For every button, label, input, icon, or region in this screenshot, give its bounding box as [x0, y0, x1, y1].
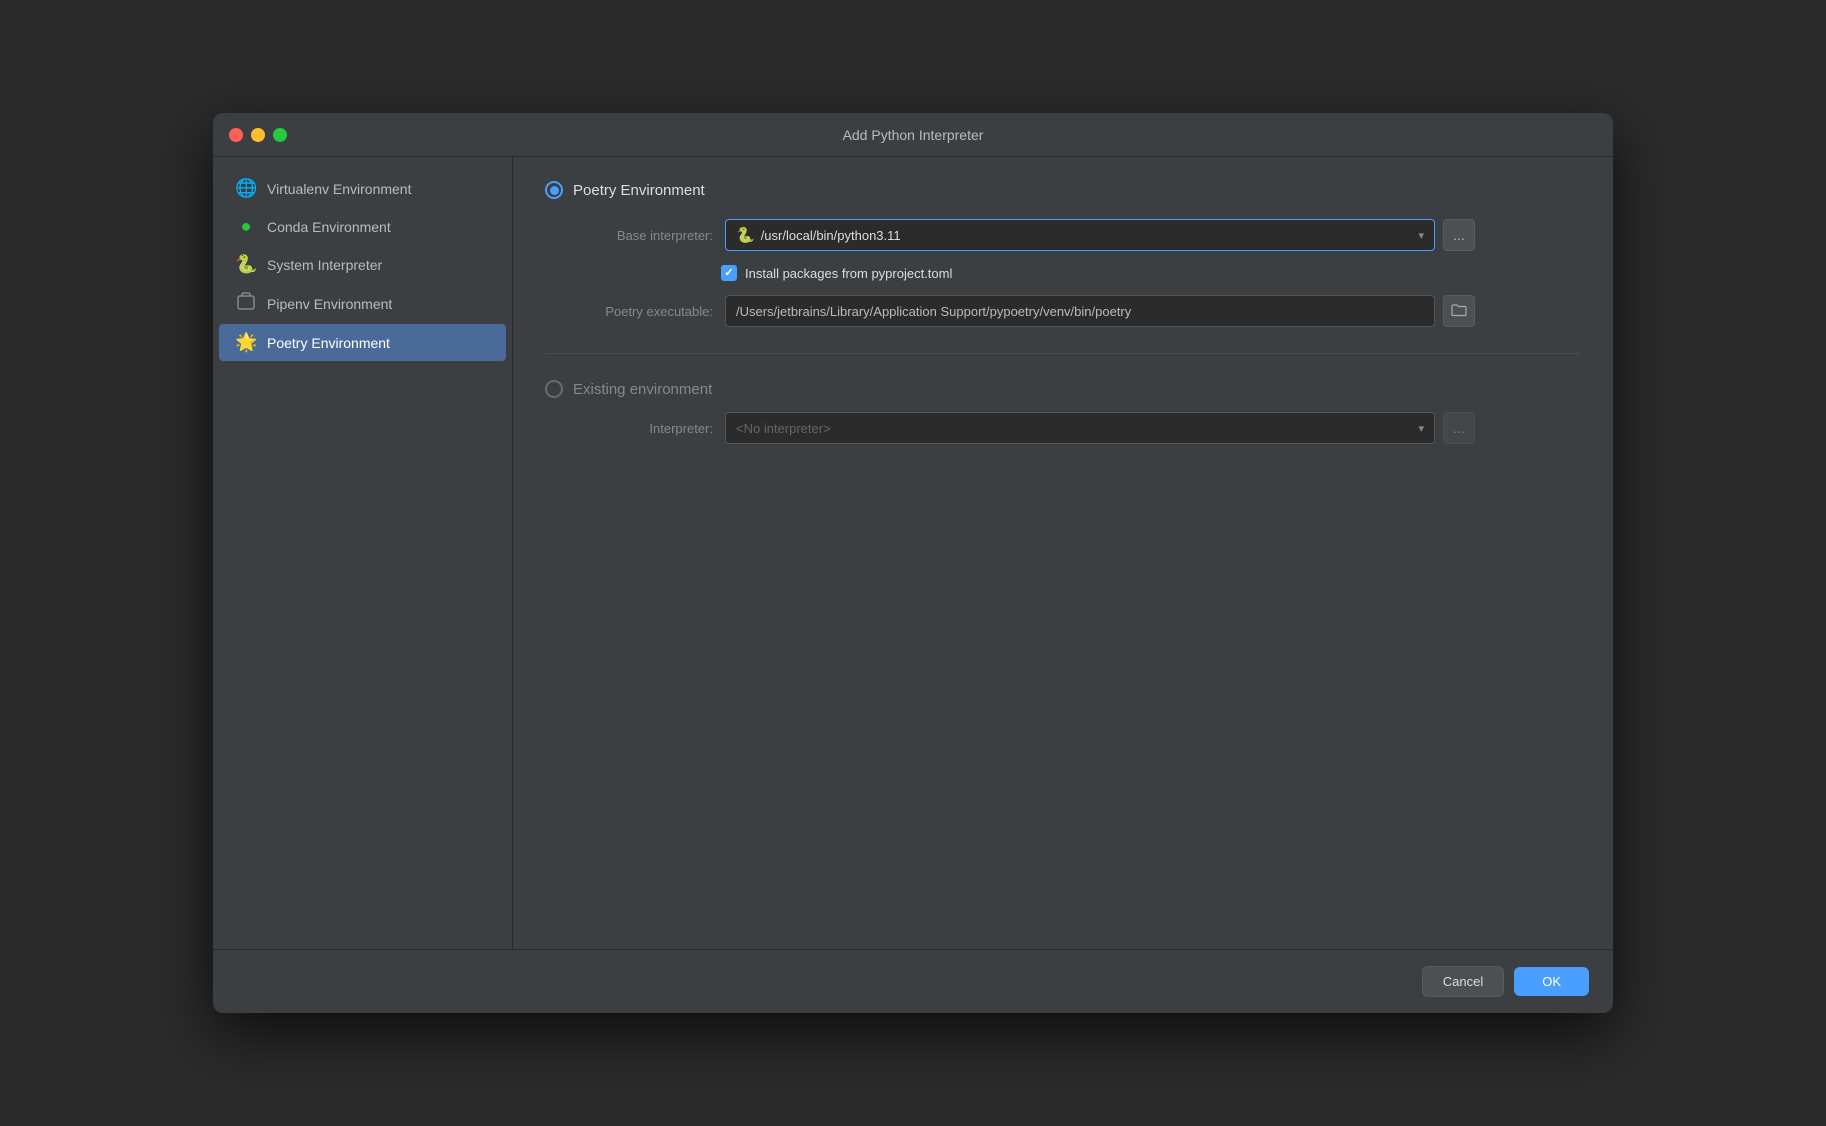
sidebar-item-pipenv[interactable]: Pipenv Environment: [219, 284, 506, 323]
no-interpreter-value: <No interpreter>: [736, 421, 831, 436]
window-controls: [229, 128, 287, 142]
conda-icon: ●: [235, 216, 257, 237]
dropdown-arrow-icon: ▾: [1418, 229, 1424, 242]
checkmark-icon: ✓: [724, 268, 733, 279]
ok-button[interactable]: OK: [1514, 967, 1589, 996]
system-icon: 🐍: [235, 254, 257, 275]
interpreter-row: Interpreter: <No interpreter> ▾ ...: [545, 412, 1581, 444]
poetry-executable-row: Poetry executable: /Users/jetbrains/Libr…: [573, 295, 1581, 327]
install-packages-row: ✓ Install packages from pyproject.toml: [573, 265, 1581, 281]
existing-env-radio[interactable]: Existing environment: [545, 380, 1581, 398]
sidebar: 🌐 Virtualenv Environment ● Conda Environ…: [213, 157, 513, 949]
poetry-executable-value: /Users/jetbrains/Library/Application Sup…: [736, 304, 1131, 319]
python-icon: 🐍: [736, 226, 755, 244]
section-divider: [545, 353, 1581, 354]
dialog-title: Add Python Interpreter: [843, 127, 984, 143]
existing-env-radio-label: Existing environment: [573, 381, 712, 398]
poetry-icon: 🌟: [235, 332, 257, 353]
sidebar-item-poetry[interactable]: 🌟 Poetry Environment: [219, 324, 506, 361]
sidebar-item-virtualenv-label: Virtualenv Environment: [267, 181, 411, 197]
poetry-env-radio[interactable]: Poetry Environment: [545, 181, 1581, 199]
minimize-button[interactable]: [251, 128, 265, 142]
interpreter-dropdown-arrow: ▾: [1418, 422, 1424, 435]
poetry-executable-input[interactable]: /Users/jetbrains/Library/Application Sup…: [725, 295, 1435, 327]
install-packages-label: Install packages from pyproject.toml: [745, 266, 952, 281]
pipenv-icon: [235, 292, 257, 315]
base-interpreter-dropdown[interactable]: 🐍 /usr/local/bin/python3.11 ▾: [725, 219, 1435, 251]
interpreter-browse-button[interactable]: ...: [1443, 412, 1475, 444]
poetry-env-radio-label: Poetry Environment: [573, 182, 705, 199]
sidebar-item-system[interactable]: 🐍 System Interpreter: [219, 246, 506, 283]
base-interpreter-label: Base interpreter:: [573, 228, 713, 243]
base-interpreter-container: 🐍 /usr/local/bin/python3.11 ▾ ...: [725, 219, 1475, 251]
interpreter-ellipsis-icon: ...: [1453, 420, 1465, 436]
install-packages-checkbox[interactable]: ✓: [721, 265, 737, 281]
poetry-env-radio-indicator: [545, 181, 563, 199]
main-content: 🌐 Virtualenv Environment ● Conda Environ…: [213, 157, 1613, 949]
existing-env-section: Existing environment Interpreter: <No in…: [545, 380, 1581, 444]
poetry-executable-browse-button[interactable]: [1443, 295, 1475, 327]
sidebar-item-virtualenv[interactable]: 🌐 Virtualenv Environment: [219, 170, 506, 207]
sidebar-item-system-label: System Interpreter: [267, 257, 382, 273]
right-panel: Poetry Environment Base interpreter: 🐍 /…: [513, 157, 1613, 949]
base-interpreter-browse-button[interactable]: ...: [1443, 219, 1475, 251]
sidebar-item-conda[interactable]: ● Conda Environment: [219, 208, 506, 245]
interpreter-label: Interpreter:: [573, 421, 713, 436]
sidebar-item-pipenv-label: Pipenv Environment: [267, 296, 392, 312]
base-interpreter-row: Base interpreter: 🐍 /usr/local/bin/pytho…: [573, 219, 1581, 251]
poetry-executable-container: /Users/jetbrains/Library/Application Sup…: [725, 295, 1475, 327]
maximize-button[interactable]: [273, 128, 287, 142]
virtualenv-icon: 🌐: [235, 178, 257, 199]
poetry-executable-label: Poetry executable:: [573, 304, 713, 319]
base-interpreter-value: /usr/local/bin/python3.11: [761, 228, 901, 243]
sidebar-item-poetry-label: Poetry Environment: [267, 335, 390, 351]
ellipsis-icon: ...: [1453, 227, 1465, 243]
interpreter-container: <No interpreter> ▾ ...: [725, 412, 1475, 444]
interpreter-dropdown[interactable]: <No interpreter> ▾: [725, 412, 1435, 444]
add-python-interpreter-dialog: Add Python Interpreter 🌐 Virtualenv Envi…: [213, 113, 1613, 1013]
dialog-footer: Cancel OK: [213, 949, 1613, 1013]
existing-env-radio-indicator: [545, 380, 563, 398]
folder-icon: [1451, 303, 1467, 320]
poetry-env-form: Base interpreter: 🐍 /usr/local/bin/pytho…: [545, 219, 1581, 327]
close-button[interactable]: [229, 128, 243, 142]
sidebar-item-conda-label: Conda Environment: [267, 219, 391, 235]
title-bar: Add Python Interpreter: [213, 113, 1613, 157]
cancel-button[interactable]: Cancel: [1422, 966, 1504, 997]
